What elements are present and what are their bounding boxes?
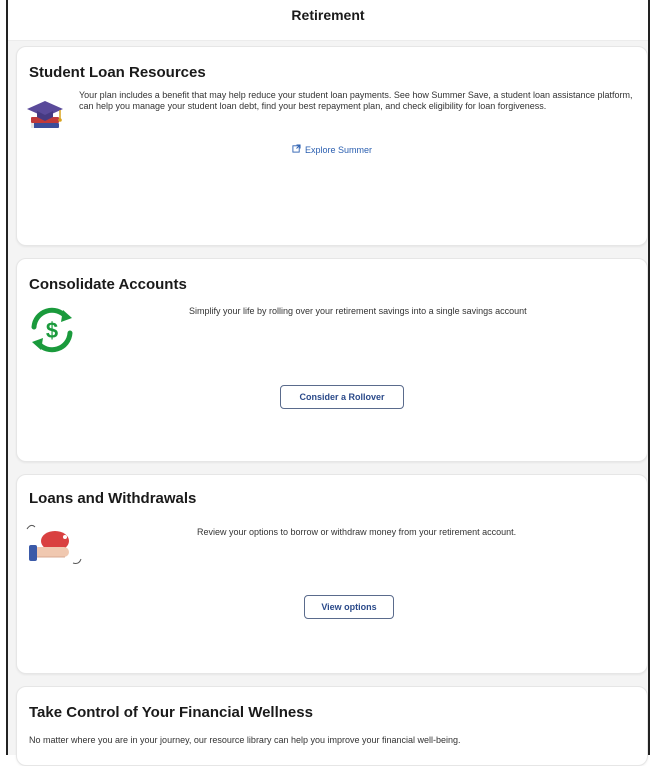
external-link-icon [292, 144, 301, 155]
explore-summer-link[interactable]: Explore Summer [292, 144, 372, 155]
wellness-title: Take Control of Your Financial Wellness [29, 704, 313, 721]
page-title-bar: Retirement [8, 0, 648, 41]
graduation-cap-books-icon [27, 97, 67, 133]
app-frame: Retirement Student Loan Resources Your p… [6, 0, 650, 766]
student-loan-card: Student Loan Resources Your plan include… [16, 46, 648, 246]
wellness-description: No matter where you are in your journey,… [29, 735, 461, 745]
consider-rollover-button[interactable]: Consider a Rollover [280, 385, 404, 409]
svg-text:$: $ [46, 318, 58, 343]
consolidate-title: Consolidate Accounts [29, 276, 187, 293]
view-options-button[interactable]: View options [304, 595, 394, 619]
student-loan-title: Student Loan Resources [29, 64, 206, 81]
hand-piggy-bank-icon [25, 519, 83, 571]
student-loan-description: Your plan includes a benefit that may he… [79, 90, 633, 111]
consolidate-card: Consolidate Accounts $ Simplify your lif… [16, 258, 648, 462]
loans-description: Review your options to borrow or withdra… [197, 527, 517, 537]
explore-summer-label: Explore Summer [305, 144, 373, 155]
consolidate-description: Simplify your life by rolling over your … [189, 306, 527, 316]
wellness-card: Take Control of Your Financial Wellness … [16, 686, 648, 766]
loans-card: Loans and Withdrawals Review your option… [16, 474, 648, 674]
page-title: Retirement [291, 7, 365, 23]
dollar-cycle-icon: $ [25, 303, 79, 357]
loans-title: Loans and Withdrawals [29, 490, 197, 507]
